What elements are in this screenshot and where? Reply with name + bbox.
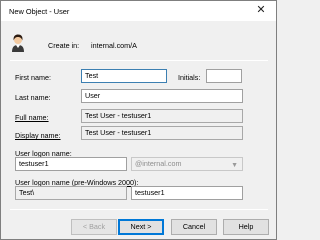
footer-divider (10, 209, 268, 210)
cancel-button[interactable]: Cancel (171, 219, 217, 235)
last-name-input[interactable]: User (81, 89, 243, 103)
logon-domain-value: @internal.com (135, 159, 182, 168)
close-icon[interactable]: ✕ (250, 2, 272, 19)
initials-label: Initials: (178, 73, 201, 82)
logon-domain-select[interactable]: @internal.com ▼ (131, 157, 243, 171)
first-name-label: First name: (15, 73, 51, 82)
create-in-value: internal.com/A (91, 41, 137, 50)
last-name-label: Last name: (15, 93, 51, 102)
pre2000-prefix-input[interactable]: Test\ (15, 186, 127, 200)
create-in-label: Create in: (48, 41, 80, 50)
user-avatar-icon (10, 34, 26, 52)
chevron-down-icon: ▼ (231, 162, 238, 169)
next-button[interactable]: Next > (118, 219, 164, 235)
logon-name-input[interactable]: testuser1 (15, 157, 127, 171)
full-name-label: Full name: (15, 113, 49, 122)
display-name-input[interactable]: Test User - testuser1 (81, 126, 243, 140)
help-button[interactable]: Help (223, 219, 269, 235)
new-user-dialog: New Object - User ✕ Create in: internal.… (0, 0, 277, 240)
display-name-label: Display name: (15, 131, 61, 140)
pre2000-logon-input[interactable]: testuser1 (131, 186, 243, 200)
window-title: New Object - User (9, 7, 70, 16)
full-name-input[interactable]: Test User - testuser1 (81, 109, 243, 123)
back-button[interactable]: < Back (71, 219, 117, 235)
initials-input[interactable] (206, 69, 242, 83)
first-name-input[interactable]: Test (81, 69, 167, 83)
header-divider (10, 60, 268, 61)
title-bar: New Object - User ✕ (1, 1, 276, 21)
